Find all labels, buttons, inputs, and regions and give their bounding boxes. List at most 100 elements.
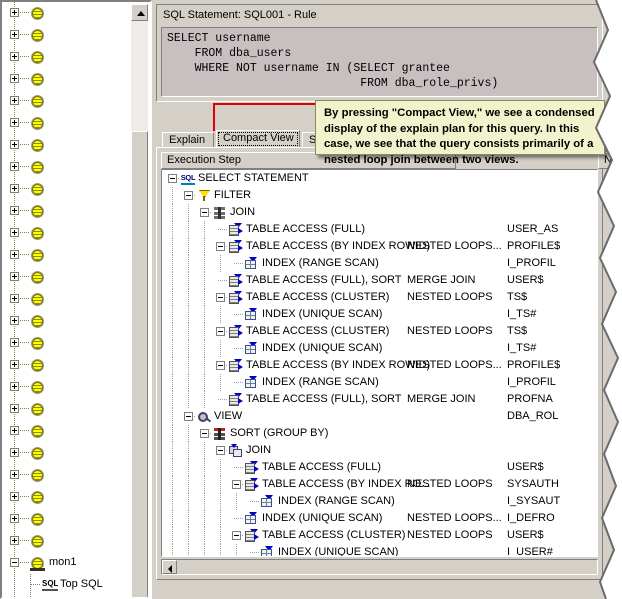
navigator-database-node[interactable] [2, 112, 133, 134]
tree-expander-expand[interactable] [10, 96, 19, 105]
tree-expander-expand[interactable] [10, 536, 19, 545]
tree-expander-expand[interactable] [10, 250, 19, 259]
tree-expander-expand[interactable] [10, 30, 19, 39]
tree-expander-collapse[interactable] [10, 558, 19, 567]
navigator-database-node[interactable] [2, 178, 133, 200]
tree-expander-collapse[interactable] [216, 293, 225, 302]
navigator-database-node[interactable] [2, 398, 133, 420]
tree-expander-expand[interactable] [10, 338, 19, 347]
tree-expander-expand[interactable] [10, 382, 19, 391]
explain-row[interactable]: TABLE ACCESS (FULL) USER_AS [162, 221, 597, 238]
explain-row[interactable]: VIEW DBA_ROL [162, 408, 597, 425]
explain-row[interactable]: JOIN [162, 204, 597, 221]
explain-row[interactable]: SORT (GROUP BY) [162, 425, 597, 442]
tree-expander-collapse[interactable] [232, 480, 241, 489]
navigator-database-node[interactable] [2, 200, 133, 222]
tree-expander-expand[interactable] [10, 74, 19, 83]
navigator-tree[interactable]: mon1SQLTop SQLXYInitialization ParaSQLSQ… [2, 2, 133, 597]
tree-expander-collapse[interactable] [168, 174, 177, 183]
navigator-database-node[interactable] [2, 90, 133, 112]
navigator-database-node[interactable] [2, 134, 133, 156]
tree-expander-expand[interactable] [10, 206, 19, 215]
explain-row[interactable]: TABLE ACCESS (FULL), SORT MERGE JOIN USER$ [162, 272, 597, 289]
tree-expander-collapse[interactable] [184, 412, 193, 421]
navigator-database-node[interactable] [2, 222, 133, 244]
sql-statement-text[interactable]: SELECT username FROM dba_users WHERE NOT… [161, 27, 598, 97]
navigator-database-node[interactable] [2, 486, 133, 508]
navigator-database-node[interactable] [2, 156, 133, 178]
tree-expander-expand[interactable] [10, 426, 19, 435]
navigator-database-node[interactable] [2, 266, 133, 288]
tree-expander-expand[interactable] [10, 514, 19, 523]
navigator-database-node[interactable] [2, 46, 133, 68]
tree-expander-collapse[interactable] [216, 446, 225, 455]
tree-expander-collapse[interactable] [184, 191, 193, 200]
tree-expander-collapse[interactable] [216, 361, 225, 370]
tree-expander-expand[interactable] [10, 492, 19, 501]
explain-row[interactable]: FILTER [162, 187, 597, 204]
tree-expander-collapse[interactable] [200, 429, 209, 438]
explain-row[interactable]: INDEX (RANGE SCAN) I_PROFIL [162, 255, 597, 272]
explain-plan-tree[interactable]: SQL SELECT STATEMENT FILTER JOIN TABLE ACCES… [161, 169, 598, 557]
tree-expander-expand[interactable] [10, 316, 19, 325]
explain-row[interactable]: TABLE ACCESS (BY INDEX ROWID) NESTED LOOP… [162, 357, 597, 374]
navigator-scrollbar-thumb[interactable] [131, 131, 148, 597]
explain-row[interactable]: TABLE ACCESS (BY INDEX RO... NESTED LOOPS… [162, 476, 597, 493]
tree-expander-expand[interactable] [10, 404, 19, 413]
tree-expander-collapse[interactable] [216, 242, 225, 251]
explain-row[interactable]: JOIN [162, 442, 597, 459]
sidebar-item-top-sql[interactable]: SQL Top SQL [2, 574, 133, 596]
explain-row[interactable]: SQL SELECT STATEMENT [162, 170, 597, 187]
scroll-left-arrow-icon[interactable] [162, 560, 177, 574]
explain-row[interactable]: INDEX (UNIQUE SCAN) I_TS# [162, 306, 597, 323]
tree-expander-collapse[interactable] [216, 327, 225, 336]
navigator-database-node[interactable] [2, 24, 133, 46]
tree-expander-collapse[interactable] [200, 208, 209, 217]
explain-row[interactable]: TABLE ACCESS (BY INDEX ROWID) NESTED LOOP… [162, 238, 597, 255]
explain-row[interactable]: INDEX (UNIQUE SCAN) NESTED LOOPS... I_DEFR… [162, 510, 597, 527]
tree-expander-expand[interactable] [10, 272, 19, 281]
navigator-database-node[interactable] [2, 310, 133, 332]
navigator-scrollbar-track[interactable] [131, 21, 148, 597]
tree-expander-expand[interactable] [10, 360, 19, 369]
tree-expander-expand[interactable] [10, 162, 19, 171]
navigator-database-node[interactable] [2, 2, 133, 24]
explain-row[interactable]: TABLE ACCESS (CLUSTER) NESTED LOOPS TS$ [162, 323, 597, 340]
tree-expander-expand[interactable] [10, 228, 19, 237]
navigator-database-node[interactable] [2, 442, 133, 464]
navigator-database-node[interactable] [2, 68, 133, 90]
navigator-panel[interactable]: mon1SQLTop SQLXYInitialization ParaSQLSQ… [0, 0, 152, 599]
explain-row[interactable]: INDEX (UNIQUE SCAN) I_USER# [162, 544, 597, 556]
explain-row[interactable]: TABLE ACCESS (FULL) USER$ [162, 459, 597, 476]
sidebar-item-mon1[interactable]: mon1 [2, 552, 133, 574]
navigator-database-node[interactable] [2, 288, 133, 310]
tab-explain[interactable]: Explain [162, 132, 214, 148]
explain-row[interactable]: INDEX (RANGE SCAN) I_PROFIL [162, 374, 597, 391]
explain-row[interactable]: INDEX (UNIQUE SCAN) I_TS# [162, 340, 597, 357]
tree-expander-expand[interactable] [10, 8, 19, 17]
tree-expander-expand[interactable] [10, 448, 19, 457]
grid-horizontal-scrollbar[interactable] [161, 559, 598, 575]
navigator-scrollbar[interactable] [131, 4, 148, 597]
tree-expander-expand[interactable] [10, 118, 19, 127]
tab-compact-view[interactable]: Compact View [216, 130, 300, 148]
scroll-up-arrow-icon[interactable] [131, 4, 148, 21]
tree-expander-expand[interactable] [10, 470, 19, 479]
tree-expander-expand[interactable] [10, 184, 19, 193]
explain-row[interactable]: INDEX (RANGE SCAN) I_SYSAUT [162, 493, 597, 510]
navigator-database-node[interactable] [2, 508, 133, 530]
tree-expander-collapse[interactable] [232, 531, 241, 540]
navigator-database-node[interactable] [2, 332, 133, 354]
explain-row[interactable]: TABLE ACCESS (CLUSTER) NESTED LOOPS TS$ [162, 289, 597, 306]
tree-expander-expand[interactable] [10, 52, 19, 61]
navigator-database-node[interactable] [2, 354, 133, 376]
tree-expander-expand[interactable] [10, 140, 19, 149]
tree-expander-expand[interactable] [10, 294, 19, 303]
navigator-database-node[interactable] [2, 244, 133, 266]
navigator-database-node[interactable] [2, 420, 133, 442]
explain-row[interactable]: TABLE ACCESS (FULL), SORT MERGE JOIN PROFN… [162, 391, 597, 408]
navigator-database-node[interactable] [2, 376, 133, 398]
navigator-database-node[interactable] [2, 530, 133, 552]
explain-row[interactable]: TABLE ACCESS (CLUSTER) NESTED LOOPS USER$ [162, 527, 597, 544]
navigator-database-node[interactable] [2, 464, 133, 486]
